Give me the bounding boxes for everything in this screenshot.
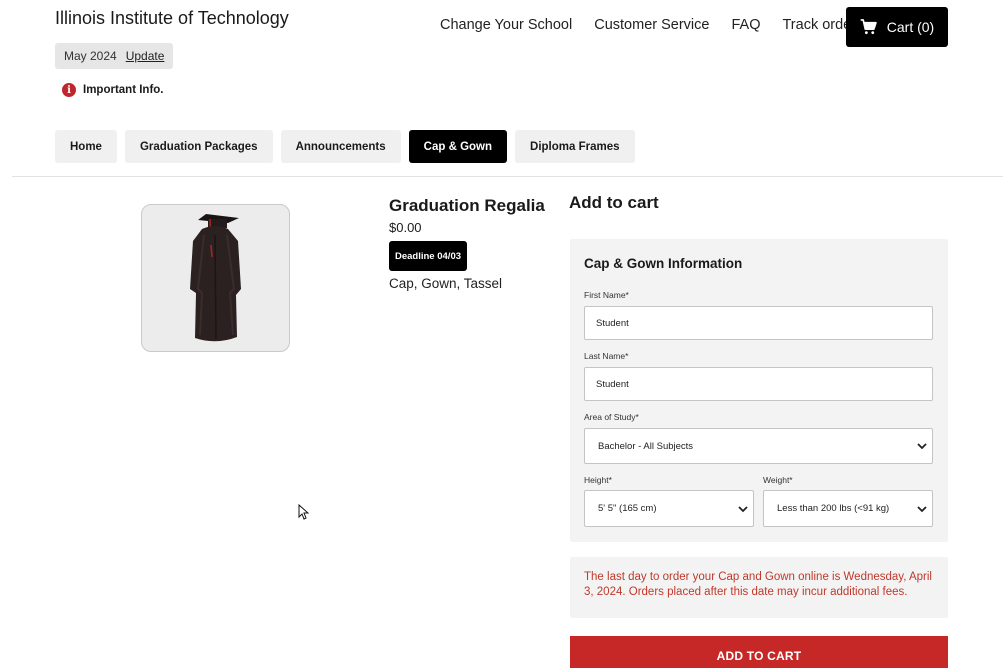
- important-info-link[interactable]: i Important Info.: [62, 83, 164, 97]
- first-name-label: First Name*: [584, 290, 629, 300]
- cap-and-gown-image: [190, 214, 241, 342]
- height-label: Height*: [584, 475, 612, 485]
- faq-link[interactable]: FAQ: [731, 17, 760, 33]
- tab-graduation-packages[interactable]: Graduation Packages: [124, 130, 273, 163]
- header-divider: [12, 176, 1003, 177]
- tab-announcements[interactable]: Announcements: [280, 130, 401, 163]
- mouse-cursor-icon: [298, 504, 309, 520]
- last-name-field[interactable]: Student: [584, 367, 933, 401]
- product-title: Graduation Regalia: [389, 196, 545, 215]
- term-label: May 2024: [64, 49, 117, 63]
- height-value: 5' 5" (165 cm): [598, 503, 657, 514]
- form-title: Cap & Gown Information: [584, 256, 743, 271]
- important-info-label: Important Info.: [83, 84, 164, 96]
- area-of-study-label: Area of Study*: [584, 412, 639, 422]
- deadline-notice: The last day to order your Cap and Gown …: [570, 557, 948, 618]
- product-price: $0.00: [389, 220, 422, 235]
- tab-home[interactable]: Home: [55, 130, 117, 163]
- update-term-link[interactable]: Update: [126, 49, 165, 63]
- add-to-cart-button[interactable]: ADD TO CART: [570, 636, 948, 668]
- school-name: Illinois Institute of Technology: [55, 8, 289, 28]
- add-to-cart-heading: Add to cart: [569, 193, 659, 212]
- change-school-link[interactable]: Change Your School: [440, 17, 572, 33]
- category-tabs: Home Graduation Packages Announcements C…: [55, 130, 643, 163]
- weight-label: Weight*: [763, 475, 793, 485]
- height-select[interactable]: 5' 5" (165 cm): [584, 490, 754, 527]
- term-selector: May 2024 Update: [55, 43, 174, 69]
- weight-select[interactable]: Less than 200 lbs (<91 kg): [763, 490, 933, 527]
- weight-value: Less than 200 lbs (<91 kg): [777, 503, 890, 514]
- info-icon: i: [62, 83, 76, 97]
- area-of-study-value: Bachelor - All Subjects: [598, 440, 694, 452]
- first-name-field[interactable]: Student: [584, 306, 933, 340]
- cart-button[interactable]: Cart (0): [846, 7, 948, 47]
- shopping-cart-icon: [860, 19, 877, 35]
- deadline-badge: Deadline 04/03: [389, 241, 468, 271]
- area-of-study-select[interactable]: Bachelor - All Subjects: [584, 428, 933, 464]
- cap-gown-form: Cap & Gown Information First Name* Stude…: [570, 239, 948, 542]
- product-description: Cap, Gown, Tassel: [389, 276, 503, 291]
- customer-service-link[interactable]: Customer Service: [594, 17, 709, 33]
- chevron-down-icon: [738, 505, 748, 512]
- tab-cap-and-gown[interactable]: Cap & Gown: [408, 130, 508, 163]
- top-navigation: Change Your School Customer Service FAQ …: [440, 17, 878, 33]
- product-image[interactable]: [141, 204, 290, 352]
- cart-label: Cart (0): [886, 19, 935, 35]
- chevron-down-icon: [917, 505, 927, 512]
- chevron-down-icon: [917, 443, 927, 450]
- tab-diploma-frames[interactable]: Diploma Frames: [515, 130, 635, 163]
- last-name-label: Last Name*: [584, 351, 629, 361]
